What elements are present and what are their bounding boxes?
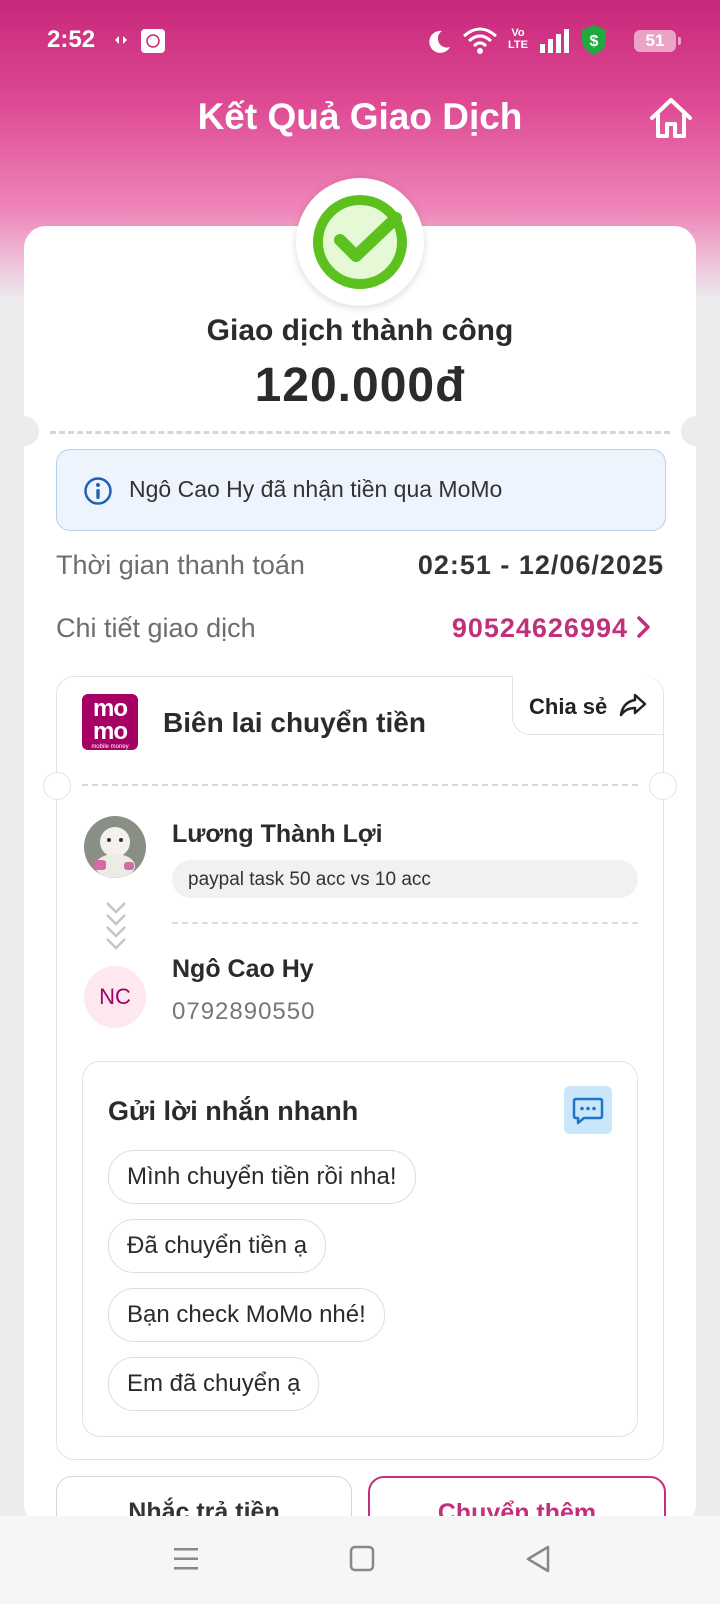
receiver-phone: 0792890550 bbox=[172, 998, 316, 1025]
card-notch-left bbox=[9, 416, 39, 446]
transfer-memo: paypal task 50 acc vs 10 acc bbox=[172, 860, 638, 898]
battery-indicator: 51 bbox=[634, 30, 681, 52]
transaction-status: Giao dịch thành công bbox=[206, 314, 514, 347]
gallery-icon bbox=[141, 29, 165, 53]
success-badge bbox=[296, 178, 424, 306]
share-arrow-icon bbox=[619, 693, 647, 717]
quick-message-title: Gửi lời nhắn nhanh bbox=[108, 1096, 359, 1126]
sender-name: Lương Thành Lợi bbox=[172, 820, 383, 848]
moon-icon bbox=[429, 30, 450, 53]
success-check-icon bbox=[313, 195, 407, 289]
memo-text: paypal task 50 acc vs 10 acc bbox=[188, 869, 431, 890]
svg-text:$: $ bbox=[590, 33, 599, 50]
quick-chip[interactable]: Mình chuyển tiền rồi nha! bbox=[108, 1150, 416, 1204]
page-title: Kết Quả Giao Dịch bbox=[197, 96, 523, 137]
payment-time-value: 02:51 - 12/06/2025 bbox=[417, 550, 664, 580]
receiver-name: Ngô Cao Hy bbox=[172, 955, 314, 983]
card-notch-right bbox=[681, 416, 711, 446]
back-triangle-icon[interactable] bbox=[524, 1544, 552, 1574]
sender-avatar bbox=[84, 816, 146, 878]
transaction-detail-label: Chi tiết giao dịch bbox=[56, 613, 256, 643]
receipt-divider bbox=[82, 784, 638, 786]
chevron-right-icon[interactable] bbox=[634, 614, 654, 640]
card-divider bbox=[50, 431, 670, 434]
menu-icon[interactable] bbox=[172, 1544, 200, 1574]
volte-label: Vo LTE bbox=[508, 27, 528, 51]
home-icon[interactable] bbox=[648, 96, 694, 140]
security-shield-icon: $ bbox=[582, 25, 606, 55]
data-transfer-icon bbox=[115, 36, 127, 44]
receiver-avatar: NC bbox=[84, 966, 146, 1028]
quick-chip[interactable]: Bạn check MoMo nhé! bbox=[108, 1288, 385, 1342]
payment-time-label: Thời gian thanh toán bbox=[56, 550, 305, 580]
transfer-direction-icon bbox=[106, 902, 126, 950]
receipt-notch-right bbox=[649, 772, 677, 800]
status-time: 2:52 bbox=[47, 26, 96, 53]
chat-bubble-icon bbox=[572, 1097, 604, 1125]
wifi-icon bbox=[463, 27, 497, 54]
quick-chip[interactable]: Em đã chuyển ạ bbox=[108, 1357, 320, 1411]
signal-icon bbox=[540, 29, 569, 53]
transaction-id-link[interactable]: 90524626994 bbox=[452, 613, 628, 644]
info-banner: Ngô Cao Hy đã nhận tiền qua MoMo bbox=[56, 449, 666, 531]
momo-logo: mo mo mobile money bbox=[82, 694, 138, 750]
transaction-amount: 120.000đ bbox=[254, 359, 466, 412]
status-bar: 2:52 Vo LTE $ 51 bbox=[0, 0, 720, 82]
chat-button[interactable] bbox=[564, 1086, 612, 1134]
receipt-title: Biên lai chuyển tiền bbox=[163, 707, 426, 738]
share-label: Chia sẻ bbox=[529, 694, 608, 719]
info-message: Ngô Cao Hy đã nhận tiền qua MoMo bbox=[129, 476, 503, 502]
system-nav-bar bbox=[0, 1516, 720, 1604]
receipt-inner-divider bbox=[172, 922, 638, 924]
receipt-notch-left bbox=[43, 772, 71, 800]
quick-chip[interactable]: Đã chuyển tiền ạ bbox=[108, 1219, 327, 1273]
share-button[interactable]: Chia sẻ bbox=[512, 676, 663, 735]
info-icon bbox=[84, 477, 112, 505]
home-square-icon[interactable] bbox=[348, 1544, 376, 1574]
